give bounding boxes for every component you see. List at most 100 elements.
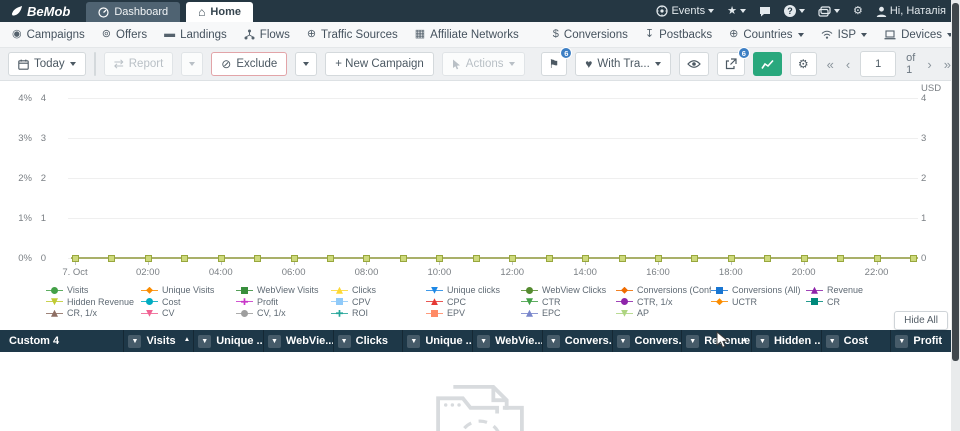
nav-isp[interactable]: ISP xyxy=(821,29,868,41)
column-header-convers[interactable]: ▼Convers... xyxy=(612,330,682,352)
data-point-marker[interactable] xyxy=(108,255,115,262)
column-header-clicks[interactable]: ▼Clicks xyxy=(333,330,403,352)
scrollbar-thumb[interactable] xyxy=(952,3,959,361)
first-page-button[interactable]: « xyxy=(825,58,836,71)
column-header-profit[interactable]: ▼Profit xyxy=(890,330,960,352)
nav-flows[interactable]: Flows xyxy=(244,29,290,41)
tab-home[interactable]: ⌂ Home xyxy=(186,2,253,22)
filter-funnel-icon[interactable]: ▼ xyxy=(895,335,908,348)
legend-item[interactable]: Conversions (All) xyxy=(711,285,806,296)
group-column-header[interactable]: Custom 4 xyxy=(0,330,123,352)
actions-button[interactable]: Actions xyxy=(442,52,525,76)
filter-funnel-icon[interactable]: ▼ xyxy=(198,335,211,348)
legend-item[interactable]: Conversions (Confirmed) xyxy=(616,285,711,296)
nav-traffic-sources[interactable]: ⊕Traffic Sources xyxy=(307,29,398,41)
hide-all-button[interactable]: Hide All xyxy=(894,311,948,330)
events-menu[interactable]: Events xyxy=(656,5,714,17)
data-point-marker[interactable] xyxy=(291,255,298,262)
legend-item[interactable]: WebView Visits xyxy=(236,285,331,296)
nav-postbacks[interactable]: ↧Postbacks xyxy=(645,29,712,41)
date-range-button[interactable]: Today xyxy=(8,52,86,76)
data-point-marker[interactable] xyxy=(801,255,808,262)
legend-item[interactable]: Revenue xyxy=(806,285,901,296)
legend-item[interactable]: CPV xyxy=(331,297,426,308)
legend-item[interactable]: Cost xyxy=(141,297,236,308)
filter-funnel-icon[interactable]: ▼ xyxy=(617,335,630,348)
legend-item[interactable]: Unique clicks xyxy=(426,285,521,296)
sort-asc-icon[interactable]: ▲ xyxy=(184,336,190,343)
bemob-logo[interactable]: BeMob xyxy=(0,0,80,22)
help-menu[interactable]: ? xyxy=(784,5,805,17)
data-point-marker[interactable] xyxy=(874,255,881,262)
legend-item[interactable]: CPC xyxy=(426,297,521,308)
data-point-marker[interactable] xyxy=(218,255,225,262)
nav-landings[interactable]: ▬Landings xyxy=(164,29,227,41)
prev-page-button[interactable]: ‹ xyxy=(844,58,852,71)
data-point-marker[interactable] xyxy=(436,255,443,262)
data-point-marker[interactable] xyxy=(181,255,188,262)
legend-item[interactable]: CR xyxy=(806,297,901,308)
data-point-marker[interactable] xyxy=(509,255,516,262)
new-campaign-button[interactable]: + New Campaign xyxy=(325,52,434,76)
page-number-input[interactable] xyxy=(860,51,896,77)
legend-item[interactable]: Hidden Revenue xyxy=(46,297,141,308)
traffic-filter-dropdown[interactable]: ♥ With Tra... xyxy=(575,52,671,76)
data-point-marker[interactable] xyxy=(582,255,589,262)
legend-item[interactable]: Visits xyxy=(46,285,141,296)
data-point-marker[interactable] xyxy=(728,255,735,262)
nav-countries[interactable]: ⊕Countries xyxy=(729,29,803,41)
data-point-marker[interactable] xyxy=(691,255,698,262)
data-point-marker[interactable] xyxy=(400,255,407,262)
filter-funnel-icon[interactable]: ▼ xyxy=(407,335,420,348)
column-header-hidden[interactable]: ▼Hidden ... xyxy=(751,330,821,352)
legend-item[interactable]: Clicks xyxy=(331,285,426,296)
legend-item[interactable]: Unique Visits xyxy=(141,285,236,296)
data-point-marker[interactable] xyxy=(837,255,844,262)
user-menu[interactable]: Hi, Наталія xyxy=(876,5,946,17)
column-header-cost[interactable]: ▼Cost xyxy=(821,330,891,352)
visibility-button[interactable] xyxy=(679,52,709,76)
data-point-marker[interactable] xyxy=(655,255,662,262)
flag-filter-button[interactable]: ⚑ 6 xyxy=(541,52,568,76)
filter-funnel-icon[interactable]: ▼ xyxy=(338,335,351,348)
data-point-marker[interactable] xyxy=(473,255,480,262)
legend-item[interactable]: EPV xyxy=(426,308,521,319)
favorites-menu[interactable]: ★ xyxy=(727,6,746,17)
column-header-unique[interactable]: ▼Unique ... xyxy=(402,330,472,352)
filter-funnel-icon[interactable]: ▼ xyxy=(756,335,769,348)
nav-conversions[interactable]: $Conversions xyxy=(553,29,628,41)
exclude-dropdown-button[interactable] xyxy=(295,52,317,76)
legend-item[interactable]: EPC xyxy=(521,308,616,319)
legend-item[interactable]: CV xyxy=(141,308,236,319)
nav-campaigns[interactable]: ◉Campaigns xyxy=(12,29,85,41)
tab-dashboard[interactable]: Dashboard xyxy=(86,2,180,22)
chat-button[interactable] xyxy=(759,6,771,17)
data-point-marker[interactable] xyxy=(145,255,152,262)
nav-affiliate-networks[interactable]: ▦Affiliate Networks xyxy=(415,29,519,41)
settings-menu[interactable]: ⚙ xyxy=(853,6,863,17)
filter-funnel-icon[interactable]: ▼ xyxy=(128,335,141,348)
data-point-marker[interactable] xyxy=(363,255,370,262)
column-header-visits[interactable]: ▼Visits▲ xyxy=(123,330,193,352)
filter-funnel-icon[interactable]: ▼ xyxy=(477,335,490,348)
column-header-convers[interactable]: ▼Convers... xyxy=(542,330,612,352)
vertical-scrollbar[interactable] xyxy=(951,0,960,431)
nav-devices[interactable]: Devices xyxy=(884,29,953,41)
chart-toggle-button[interactable] xyxy=(753,52,782,76)
legend-item[interactable]: CV, 1/x xyxy=(236,308,331,319)
column-header-webvie[interactable]: ▼WebVie... xyxy=(263,330,333,352)
exclude-button[interactable]: ⊘ Exclude xyxy=(211,52,287,76)
legend-item[interactable]: ROI xyxy=(331,308,426,319)
data-point-marker[interactable] xyxy=(327,255,334,262)
report-dropdown-button[interactable] xyxy=(181,52,203,76)
legend-item[interactable]: WebView Clicks xyxy=(521,285,616,296)
data-point-marker[interactable] xyxy=(254,255,261,262)
legend-item[interactable]: CR, 1/x xyxy=(46,308,141,319)
filter-funnel-icon[interactable]: ▼ xyxy=(268,335,281,348)
data-point-marker[interactable] xyxy=(72,255,79,262)
data-point-marker[interactable] xyxy=(619,255,626,262)
next-page-button[interactable]: › xyxy=(925,58,933,71)
filter-funnel-icon[interactable]: ▼ xyxy=(547,335,560,348)
data-point-marker[interactable] xyxy=(546,255,553,262)
legend-item[interactable]: Profit xyxy=(236,297,331,308)
